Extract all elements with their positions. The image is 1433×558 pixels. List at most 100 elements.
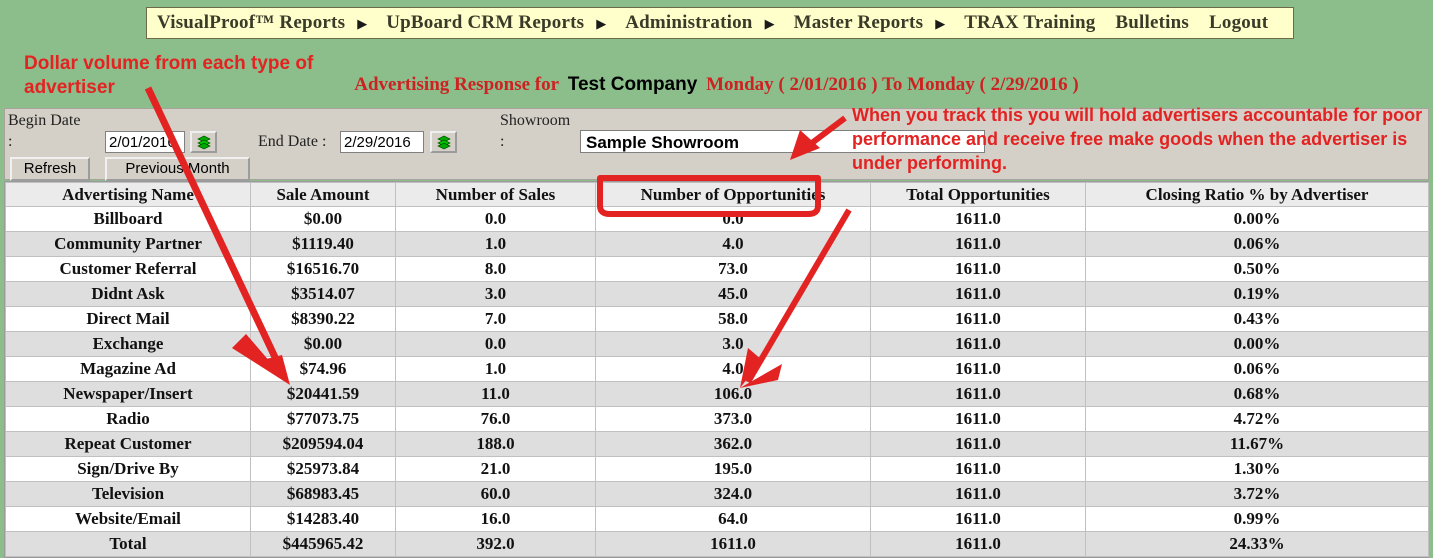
table-cell: Repeat Customer	[5, 431, 251, 457]
table-cell: 3.0	[595, 331, 871, 357]
table-cell: 16.0	[395, 506, 596, 532]
table-cell: 1611.0	[870, 231, 1086, 257]
table-cell: 73.0	[595, 256, 871, 282]
table-cell: 21.0	[395, 456, 596, 482]
table-cell: $25973.84	[250, 456, 396, 482]
table-cell: Billboard	[5, 206, 251, 232]
menu-item-administration[interactable]: Administration	[615, 12, 762, 34]
table-row: Sign/Drive By $25973.84 21.0 195.0 1611.0 1.3…	[5, 456, 1429, 482]
table-cell: 4.0	[595, 356, 871, 382]
refresh-button[interactable]: Refresh	[10, 157, 90, 181]
menu-chevron-right-icon[interactable]: ▶	[933, 17, 954, 30]
table-cell: 0.43%	[1085, 306, 1429, 332]
table-cell: 1611.0	[870, 331, 1086, 357]
table-cell: 1611.0	[595, 531, 871, 557]
table-cell: $0.00	[250, 331, 396, 357]
column-header[interactable]: Number of Opportunities	[595, 182, 871, 207]
table-cell: Sign/Drive By	[5, 456, 251, 482]
begin-date-input[interactable]: 2/01/2016	[105, 131, 185, 153]
end-date-input[interactable]: 2/29/2016	[340, 131, 424, 153]
table-cell: 0.19%	[1085, 281, 1429, 307]
menu-item-visualproof-reports[interactable]: VisualProof™ Reports	[147, 12, 355, 34]
column-header[interactable]: Closing Ratio % by Advertiser	[1085, 182, 1429, 207]
table-cell: $8390.22	[250, 306, 396, 332]
table-cell: Customer Referral	[5, 256, 251, 282]
table-cell: Magazine Ad	[5, 356, 251, 382]
table-cell: 60.0	[395, 481, 596, 507]
table-cell: 64.0	[595, 506, 871, 532]
menu-item-bulletins[interactable]: Bulletins	[1105, 12, 1199, 34]
report-title: Advertising Response for Test Company Mo…	[0, 74, 1433, 96]
previous-month-button[interactable]: Previous Month	[105, 157, 250, 181]
table-total-row: Total $445965.42 392.0 1611.0 1611.0 24.33%	[5, 531, 1429, 557]
table-cell: 1611.0	[870, 431, 1086, 457]
end-date-label: End Date :	[258, 133, 327, 150]
table-cell: 11.0	[395, 381, 596, 407]
table-cell: 1611.0	[870, 531, 1086, 557]
report-title-company: Test Company	[567, 74, 698, 95]
main-menu-bar: VisualProof™ Reports ▶ UpBoard CRM Reports…	[146, 7, 1294, 39]
table-row: Exchange $0.00 0.0 3.0 1611.0 0.00%	[5, 331, 1429, 357]
table-cell: $0.00	[250, 206, 396, 232]
table-cell: 1.30%	[1085, 456, 1429, 482]
table-cell: 106.0	[595, 381, 871, 407]
showroom-label-colon: :	[500, 133, 505, 150]
menu-item-trax-training[interactable]: TRAX Training	[954, 12, 1105, 34]
table-cell: $77073.75	[250, 406, 396, 432]
table-cell: 0.06%	[1085, 231, 1429, 257]
table-cell: Community Partner	[5, 231, 251, 257]
table-cell: 0.06%	[1085, 356, 1429, 382]
table-cell: 1.0	[395, 356, 596, 382]
menu-item-logout[interactable]: Logout	[1199, 12, 1278, 34]
table-cell: Website/Email	[5, 506, 251, 532]
table-cell: 0.0	[395, 331, 596, 357]
table-cell: 1611.0	[870, 481, 1086, 507]
menu-item-upboard-crm-reports[interactable]: UpBoard CRM Reports	[376, 12, 594, 34]
table-cell: $16516.70	[250, 256, 396, 282]
table-cell: 1611.0	[870, 256, 1086, 282]
table-cell: Radio	[5, 406, 251, 432]
table-cell: 4.72%	[1085, 406, 1429, 432]
table-row: Newspaper/Insert $20441.59 11.0 106.0 1611.0…	[5, 381, 1429, 407]
column-header[interactable]: Sale Amount	[250, 182, 396, 207]
table-cell: 1611.0	[870, 506, 1086, 532]
table-cell: Television	[5, 481, 251, 507]
report-title-prefix: Advertising Response for	[354, 74, 560, 95]
table-row: Magazine Ad $74.96 1.0 4.0 1611.0 0.06%	[5, 356, 1429, 382]
table-cell: 7.0	[395, 306, 596, 332]
table-cell: $68983.45	[250, 481, 396, 507]
table-cell: $1119.40	[250, 231, 396, 257]
menu-chevron-right-icon[interactable]: ▶	[763, 17, 784, 30]
table-cell: 1611.0	[870, 406, 1086, 432]
table-cell: 11.67%	[1085, 431, 1429, 457]
column-header[interactable]: Advertising Name	[5, 182, 251, 207]
end-date-calendar-icon[interactable]	[430, 131, 457, 153]
table-cell: 1611.0	[870, 306, 1086, 332]
table-cell: 188.0	[395, 431, 596, 457]
table-cell: 1611.0	[870, 281, 1086, 307]
begin-date-calendar-icon[interactable]	[190, 131, 217, 153]
table-cell: 0.0	[395, 206, 596, 232]
table-cell: Didnt Ask	[5, 281, 251, 307]
table-cell: $445965.42	[250, 531, 396, 557]
table-cell: Total	[5, 531, 251, 557]
table-cell: 373.0	[595, 406, 871, 432]
menu-item-master-reports[interactable]: Master Reports	[784, 12, 934, 34]
showroom-label: Showroom	[500, 112, 571, 129]
column-header[interactable]: Number of Sales	[395, 182, 596, 207]
table-cell: 392.0	[395, 531, 596, 557]
table-cell: 324.0	[595, 481, 871, 507]
table-header-row: Advertising Name Sale Amount Number of Sal…	[5, 182, 1429, 207]
menu-chevron-right-icon[interactable]: ▶	[594, 17, 615, 30]
menu-chevron-right-icon[interactable]: ▶	[355, 17, 376, 30]
showroom-select[interactable]: Sample Showroom	[580, 130, 985, 153]
table-cell: $3514.07	[250, 281, 396, 307]
table-cell: 0.99%	[1085, 506, 1429, 532]
column-header[interactable]: Total Opportunities	[870, 182, 1086, 207]
table-cell: 1611.0	[870, 456, 1086, 482]
table-cell: 0.68%	[1085, 381, 1429, 407]
table-cell: 1611.0	[870, 356, 1086, 382]
table-row: Community Partner $1119.40 1.0 4.0 1611.0 0.0…	[5, 231, 1429, 257]
table-cell: 24.33%	[1085, 531, 1429, 557]
table-cell: 0.00%	[1085, 206, 1429, 232]
